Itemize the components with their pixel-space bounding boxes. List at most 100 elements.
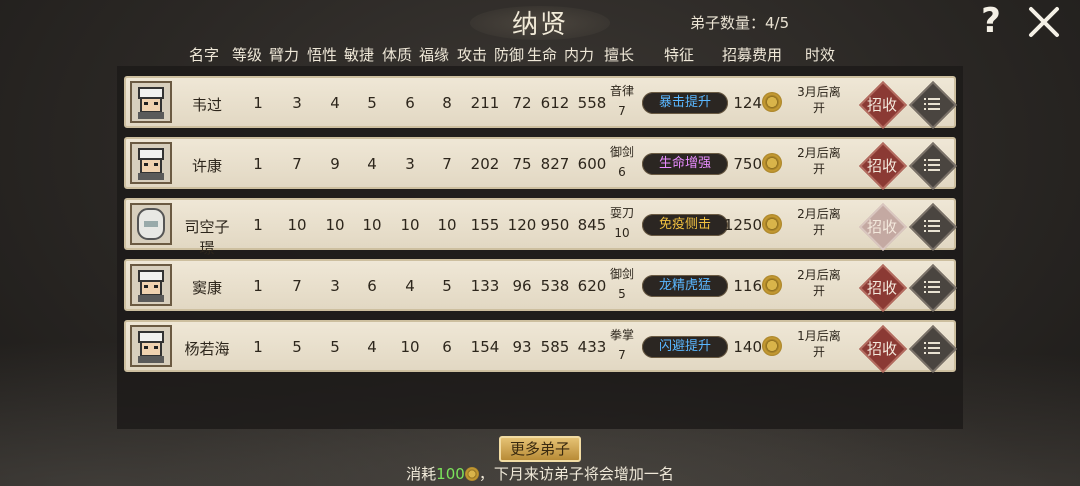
term-line-1: 2月后离 [797,268,841,282]
details-button[interactable] [908,80,958,130]
disciple-name: 许康 [191,157,222,175]
list-icon [924,281,940,293]
term-line-1: 3月后离 [797,85,841,99]
disciple-name: 韦过 [191,96,222,114]
footer-prefix: 消耗 [406,465,437,483]
list-icon [924,342,940,354]
more-disciples-button[interactable]: 更多弟子 [499,436,581,462]
stat-level: 1 [253,94,263,112]
disciple-row: 司空子璟 1 10 10 10 10 10 155 120 950 845 耍刀 10 免疫侧击 1250 2… [124,198,958,257]
footer-suffix: ，下月来访弟子将会增加一名 [478,465,674,483]
column-headers: 名字 等级 臂力 悟性 敏捷 体质 福缘 攻击 防御 生命 内力 擅长 特征 招… [0,44,1080,66]
trait-badge[interactable]: 免疫侧击 [642,214,728,236]
trait-badge[interactable]: 闪避提升 [642,336,728,358]
details-button[interactable] [908,324,958,374]
disciple-avatar [130,203,172,245]
header-name: 名字 [189,46,220,64]
recruit-button[interactable]: 招收 [858,141,908,191]
header-agility: 敏捷 [344,46,375,64]
header-fortune: 福缘 [419,46,450,64]
footer-cost: 100 [436,465,465,483]
coin-icon [762,214,782,234]
term-remaining: 2月后离开 [790,145,848,177]
stat-level: 1 [253,155,263,173]
term-remaining: 3月后离开 [790,84,848,116]
header-inner: 内力 [564,46,595,64]
footer-hint: 消耗100 ，下月来访弟子将会增加一名 [0,463,1080,484]
disciple-row: 许康 1 7 9 4 3 7 202 75 827 600 御剑 6 生命增强 750 2月后离开招收 [124,137,958,191]
disciple-name: 司空子璟 [184,218,230,257]
specialty: 御剑 6 [602,142,642,182]
specialty: 御剑 5 [602,264,642,304]
disciple-avatar [130,325,172,367]
recruit-fee: 140 [733,338,762,356]
recruit-button[interactable]: 招收 [858,263,908,313]
disciple-avatar [130,81,172,123]
header-strength: 臂力 [269,46,300,64]
specialty-level: 6 [618,165,626,179]
disciple-row: 窦康 1 7 3 6 4 5 133 96 538 620 御剑 5 龙精虎猛 116 2月后离开招收 [124,259,958,313]
term-line-2: 开 [812,101,825,115]
term-line-2: 开 [812,162,825,176]
disciple-name: 杨若海 [184,340,230,358]
details-button[interactable] [908,141,958,191]
header-constitution: 体质 [382,46,413,64]
recruit-label: 招收 [866,96,897,114]
stat-level: 1 [253,338,263,356]
term-remaining: 2月后离开 [790,267,848,299]
coin-icon [762,153,782,173]
recruit-fee: 1250 [723,216,762,234]
term-line-2: 开 [812,223,825,237]
close-button[interactable] [1026,4,1062,40]
disciple-name: 窦康 [191,279,222,297]
specialty-level: 7 [618,104,626,118]
list-icon [924,159,940,171]
stat-level: 1 [253,277,263,295]
disciple-avatar [130,264,172,306]
header-trait: 特征 [664,46,695,64]
recruit-label: 招收 [866,279,897,297]
recruit-button[interactable]: 招收 [858,202,908,252]
coin-icon [762,275,782,295]
term-line-1: 2月后离 [797,146,841,160]
term-remaining: 2月后离开 [790,206,848,238]
specialty-level: 5 [618,287,626,301]
trait-badge[interactable]: 暴击提升 [642,92,728,114]
stat-level: 1 [253,216,263,234]
recruit-label: 招收 [866,340,897,358]
close-icon [1029,7,1059,37]
recruit-label: 招收 [866,218,897,236]
coin-icon [762,336,782,356]
disciple-row: 杨若海 1 5 5 4 10 6 154 93 585 433 拳掌 7 闪避提升 140 1月后离开招收 [124,320,958,374]
coin-icon [762,92,782,112]
help-button[interactable]: ? [974,3,1008,39]
trait-badge[interactable]: 生命增强 [642,153,728,175]
disciple-row: 韦过 1 3 4 5 6 8 211 72 612 558 音律 7 暴击提升 124 3月后离开招收 [124,76,958,130]
specialty: 拳掌 7 [602,325,642,365]
trait-badge[interactable]: 龙精虎猛 [642,275,728,297]
header-specialty: 擅长 [604,46,635,64]
header-life: 生命 [527,46,558,64]
header-level: 等级 [232,46,263,64]
header-defense: 防御 [494,46,525,64]
details-button[interactable] [908,202,958,252]
recruit-button[interactable]: 招收 [858,324,908,374]
recruit-fee: 116 [733,277,762,295]
specialty-name: 御剑 [609,267,634,281]
specialty-name: 耍刀 [609,206,634,220]
list-icon [924,98,940,110]
specialty-level: 10 [614,226,630,240]
details-button[interactable] [908,263,958,313]
recruit-label: 招收 [866,157,897,175]
specialty: 音律 7 [602,81,642,121]
specialty: 耍刀 10 [602,203,642,243]
recruit-button[interactable]: 招收 [858,80,908,130]
term-line-1: 2月后离 [797,207,841,221]
specialty-name: 音律 [609,84,634,98]
header-duration: 时效 [805,46,836,64]
page-title: 纳贤 [511,10,568,40]
term-line-1: 1月后离 [797,329,841,343]
header-wisdom: 悟性 [307,46,338,64]
recruit-fee: 750 [733,155,762,173]
specialty-name: 御剑 [609,145,634,159]
